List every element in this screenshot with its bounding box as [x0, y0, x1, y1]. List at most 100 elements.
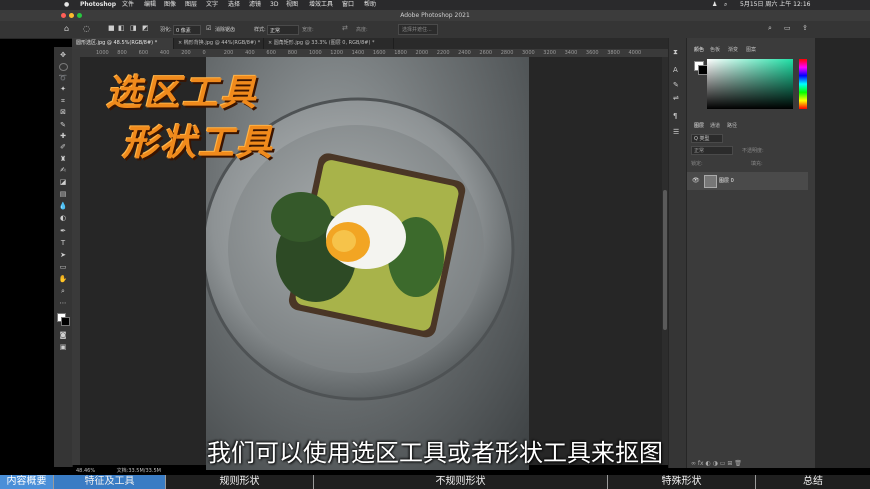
chapter-overview[interactable]: 内容概要 [0, 475, 54, 489]
lasso-tool-icon[interactable]: ➰ [58, 74, 68, 83]
tab-patterns[interactable]: 图案 [746, 46, 756, 53]
history-brush-tool-icon[interactable]: ✍ [58, 166, 68, 175]
home-icon[interactable]: ⌂ [64, 24, 69, 33]
layer-name[interactable]: 图层 0 [719, 177, 734, 184]
select-and-mask-button[interactable]: 选择并遮住... [398, 24, 438, 35]
menu-app-name[interactable]: Photoshop [80, 0, 116, 10]
menu-help[interactable]: 帮助 [364, 0, 376, 10]
document-tabs: 圆形选区.jpg @ 48.5%(RGB/8#) * × 椭形背换.jpg @ … [72, 38, 668, 49]
ellipse-marquee-tool-icon[interactable] [59, 63, 68, 71]
tab-layers[interactable]: 图层 [694, 122, 704, 129]
tab-color[interactable]: 颜色 [694, 46, 704, 53]
tab-ellipse[interactable]: × 椭形背换.jpg @ 44%(RGB/8#) * [174, 38, 264, 49]
rectangle-tool-icon[interactable]: ▭ [58, 263, 68, 272]
menu-type[interactable]: 文字 [206, 0, 218, 10]
eraser-tool-icon[interactable]: ◪ [58, 178, 68, 187]
zoom-tool-icon[interactable]: ⌕ [58, 287, 68, 296]
blur-tool-icon[interactable]: 💧 [58, 202, 68, 211]
layer-filter-select[interactable]: Q 类型 [691, 134, 723, 143]
menu-layer[interactable]: 图层 [185, 0, 197, 10]
width-label: 宽度: [302, 27, 314, 33]
user-icon[interactable]: ♟ [712, 0, 717, 10]
feather-input[interactable]: 0 像素 [173, 25, 201, 35]
menu-file[interactable]: 文件 [122, 0, 134, 10]
ruler-tick-label: 1600 [372, 50, 386, 56]
eyedropper-tool-icon[interactable]: ✎ [58, 121, 68, 130]
menu-edit[interactable]: 编辑 [144, 0, 156, 10]
background-color-swatch[interactable] [61, 317, 70, 326]
hand-tool-icon[interactable]: ✋ [58, 275, 68, 284]
screen-mode-icon[interactable]: ▣ [58, 343, 68, 352]
chapter-summary[interactable]: 总结 [756, 475, 870, 489]
type-tool-icon[interactable]: T [58, 239, 68, 248]
visibility-eye-icon[interactable]: 👁 [692, 177, 700, 184]
adjustments-panel-icon[interactable]: ⇌ [673, 94, 679, 102]
character-panel-icon[interactable]: A [673, 66, 678, 74]
more-tools-icon[interactable]: ⋯ [58, 299, 68, 308]
frame-tool-icon[interactable]: ⊠ [58, 108, 68, 117]
share-icon[interactable]: ⇪ [802, 24, 808, 32]
pen-tool-icon[interactable]: ✒ [58, 227, 68, 236]
tab-gradients[interactable]: 渐变 [728, 46, 738, 53]
brush-settings-icon[interactable]: ✎ [673, 81, 679, 89]
healing-brush-tool-icon[interactable]: ✚ [58, 132, 68, 141]
antialias-checkbox[interactable]: ☑ [206, 25, 211, 32]
menu-window[interactable]: 窗口 [342, 0, 354, 10]
menu-select[interactable]: 选择 [228, 0, 240, 10]
ruler-tick-label: 3000 [522, 50, 535, 56]
intersect-selection-icon[interactable]: ◩ [142, 24, 149, 32]
vertical-scroll-thumb[interactable] [663, 190, 667, 330]
tab-swatches[interactable]: 色板 [710, 46, 720, 53]
path-selection-tool-icon[interactable]: ➤ [58, 251, 68, 260]
swap-icon[interactable]: ⇄ [342, 24, 348, 32]
workspace-icon[interactable]: ▭ [784, 24, 791, 32]
ruler-tick-label: 2200 [436, 50, 450, 56]
dodge-tool-icon[interactable]: ◐ [58, 214, 68, 223]
zoom-level[interactable]: 48.46% [76, 468, 95, 474]
new-selection-icon[interactable]: ■ [108, 24, 115, 32]
search-icon[interactable]: ⌕ [768, 24, 772, 33]
tab-rounded-rect[interactable]: × 圆角矩形.jpg @ 33.3% (图层 0, RGB/8#) * [264, 38, 394, 49]
add-selection-icon[interactable]: ◧ [118, 24, 125, 32]
menu-plugins[interactable]: 增效工具 [309, 0, 333, 10]
color-picker-field[interactable] [707, 59, 793, 109]
menu-filter[interactable]: 滤镜 [249, 0, 261, 10]
chapter-irregular-shapes[interactable]: 不规则形状 [314, 475, 608, 489]
tab-paths[interactable]: 路径 [727, 122, 737, 129]
subtract-selection-icon[interactable]: ◨ [130, 24, 137, 32]
panel-icon-strip: ⧗ A ✎ ⇌ ¶ ☰ [668, 38, 687, 468]
move-tool-icon[interactable]: ✥ [58, 51, 68, 60]
ruler-tick-label: 2000 [415, 50, 429, 56]
tools-panel: ✥ ➰ ✦ ⌗ ⊠ ✎ ✚ ✐ ♜ ✍ ◪ ▤ 💧 ◐ ✒ T ➤ ▭ ✋ ⌕ … [54, 47, 73, 467]
tab-channels[interactable]: 通道 [710, 122, 720, 129]
magic-wand-tool-icon[interactable]: ✦ [58, 85, 68, 94]
options-bar: ⌂ ◌ ■ ◧ ◨ ◩ 羽化: 0 像素 ☑ 消除锯齿 样式: 正常 宽度: ⇄… [0, 21, 870, 39]
crop-tool-icon[interactable]: ⌗ [58, 97, 68, 106]
layer-row[interactable]: 👁 图层 0 [687, 172, 808, 190]
search-icon[interactable]: ⌕ [724, 0, 727, 10]
chapter-features[interactable]: 特征及工具 [54, 475, 166, 489]
ruler-tick-label: 800 [117, 50, 127, 56]
fill-label: 填充: [751, 161, 763, 167]
brush-tool-icon[interactable]: ✐ [58, 143, 68, 152]
clone-stamp-tool-icon[interactable]: ♜ [58, 155, 68, 164]
menu-3d[interactable]: 3D [270, 0, 278, 10]
hue-slider[interactable] [799, 59, 807, 109]
history-panel-icon[interactable]: ⧗ [673, 48, 678, 57]
menu-view[interactable]: 视图 [286, 0, 298, 10]
chapter-special-shapes[interactable]: 特殊形状 [608, 475, 756, 489]
doc-size[interactable]: 文档:33.5M/33.5M [117, 468, 161, 474]
quick-mask-icon[interactable]: ◙ [58, 331, 68, 340]
properties-panel-icon[interactable]: ☰ [673, 128, 679, 136]
feather-value: 0 像素 [176, 28, 191, 34]
chapter-regular-shapes[interactable]: 规则形状 [166, 475, 314, 489]
menu-image[interactable]: 图像 [164, 0, 176, 10]
tab-circle-selection[interactable]: 圆形选区.jpg @ 48.5%(RGB/8#) * [72, 38, 174, 49]
style-select[interactable]: 正常 [267, 25, 299, 35]
ellipse-marquee-icon[interactable]: ◌ [83, 24, 90, 33]
gradient-tool-icon[interactable]: ▤ [58, 190, 68, 199]
paragraph-panel-icon[interactable]: ¶ [673, 112, 677, 120]
blend-mode-select[interactable]: 正常 [691, 146, 733, 155]
apple-icon[interactable]: ● [64, 0, 69, 10]
feather-label: 羽化: [160, 27, 172, 33]
